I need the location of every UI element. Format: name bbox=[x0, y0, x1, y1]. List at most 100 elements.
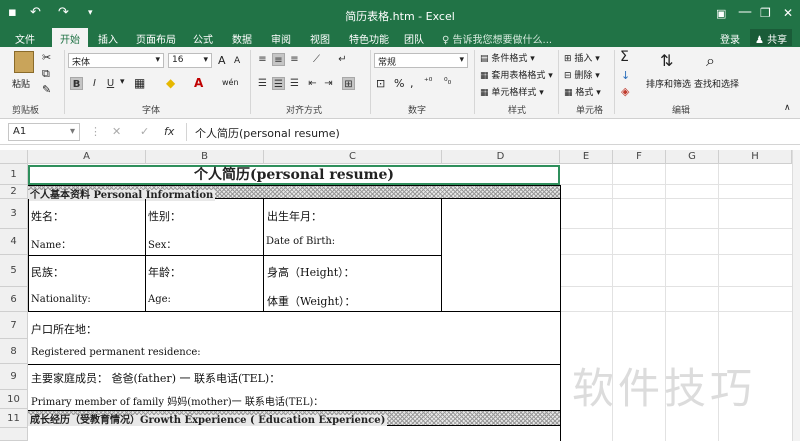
tab-data[interactable]: 数据 bbox=[232, 31, 252, 46]
cell-gender-en[interactable]: Sex： bbox=[148, 236, 176, 251]
row-header-12[interactable] bbox=[0, 428, 28, 441]
font-size-select[interactable]: 16 ▾ bbox=[168, 53, 212, 68]
autosum-icon[interactable]: Σ bbox=[620, 49, 629, 65]
select-all-corner[interactable] bbox=[0, 150, 28, 164]
decrease-decimal-icon[interactable]: ⁰₀ bbox=[444, 77, 451, 87]
decrease-indent-icon[interactable]: ⇤ bbox=[306, 77, 319, 90]
cell-ethnic-cn[interactable]: 民族： bbox=[31, 264, 64, 280]
column-header-h[interactable]: H bbox=[719, 150, 792, 164]
orientation-icon[interactable]: ⟋ bbox=[310, 53, 323, 66]
cell-gender-cn[interactable]: 性别： bbox=[148, 208, 181, 224]
cell-styles-button[interactable]: ▦ 单元格样式 ▾ bbox=[480, 85, 544, 98]
login-link[interactable]: 登录 bbox=[720, 31, 740, 46]
column-header-b[interactable]: B bbox=[146, 150, 264, 164]
ribbon-display-options-icon[interactable]: ▣ bbox=[716, 7, 726, 20]
cell-name-en[interactable]: Name： bbox=[31, 236, 71, 251]
insert-function-icon[interactable]: fx bbox=[164, 125, 174, 138]
grow-font-icon[interactable]: A bbox=[218, 54, 226, 67]
close-button[interactable]: ✕ bbox=[783, 6, 793, 20]
find-select-icon[interactable]: ⌕ bbox=[706, 51, 715, 71]
tab-page-layout[interactable]: 页面布局 bbox=[136, 31, 176, 46]
resume-title-cell[interactable]: 个人简历(personal resume) bbox=[28, 165, 560, 185]
percent-icon[interactable]: % bbox=[394, 77, 404, 90]
merge-center-icon[interactable]: ⊞ bbox=[342, 77, 355, 90]
row-header-8[interactable]: 8 bbox=[0, 339, 28, 364]
name-box[interactable]: A1 ▾ bbox=[8, 123, 80, 141]
row-header-4[interactable]: 4 bbox=[0, 229, 28, 255]
column-header-d[interactable]: D bbox=[442, 150, 560, 164]
tab-review[interactable]: 审阅 bbox=[271, 31, 291, 46]
minimize-button[interactable]: — bbox=[738, 4, 752, 20]
copy-icon[interactable]: ⧉ bbox=[42, 67, 50, 81]
delete-cells-button[interactable]: ⊟ 删除 ▾ bbox=[564, 68, 600, 81]
row-header-1[interactable]: 1 bbox=[0, 164, 28, 185]
row-header-2[interactable]: 2 bbox=[0, 185, 28, 199]
tab-special[interactable]: 特色功能 bbox=[349, 31, 389, 46]
row-header-10[interactable]: 10 bbox=[0, 390, 28, 409]
sort-filter-button[interactable]: 排序和筛选 bbox=[646, 77, 691, 90]
cell-birth-en[interactable]: Date of Birth: bbox=[266, 236, 335, 247]
conditional-format-button[interactable]: ▤ 条件格式 ▾ bbox=[480, 51, 535, 64]
find-select-button[interactable]: 查找和选择 bbox=[694, 77, 739, 90]
column-header-e[interactable]: E bbox=[560, 150, 613, 164]
cell-hukou-cn[interactable]: 户口所在地： bbox=[31, 321, 97, 337]
row-header-7[interactable]: 7 bbox=[0, 312, 28, 339]
format-as-table-button[interactable]: ▦ 套用表格格式 ▾ bbox=[480, 68, 553, 81]
cell-name-cn[interactable]: 姓名： bbox=[31, 208, 64, 224]
row-header-9[interactable]: 9 bbox=[0, 364, 28, 390]
restore-button[interactable]: ❐ bbox=[760, 6, 771, 20]
column-header-c[interactable]: C bbox=[264, 150, 442, 164]
tab-insert[interactable]: 插入 bbox=[98, 31, 118, 46]
increase-decimal-icon[interactable]: ⁺⁰ bbox=[424, 77, 432, 87]
phonetic-icon[interactable]: wén bbox=[222, 78, 239, 87]
chevron-down-icon[interactable]: ▾ bbox=[120, 77, 125, 87]
cell-weight[interactable]: 体重（Weight）： bbox=[267, 293, 355, 309]
row-header-5[interactable]: 5 bbox=[0, 255, 28, 287]
sort-filter-icon[interactable]: ⇅ bbox=[660, 51, 673, 70]
align-bottom-icon[interactable]: ≡ bbox=[288, 53, 301, 66]
vertical-scrollbar[interactable] bbox=[792, 150, 800, 441]
cell-birth-cn[interactable]: 出生年月： bbox=[267, 208, 322, 224]
cell-hukou-en[interactable]: Registered permanent residence: bbox=[31, 347, 201, 358]
tab-team[interactable]: 团队 bbox=[404, 31, 424, 46]
fill-color-icon[interactable]: ◆ bbox=[166, 76, 175, 90]
increase-indent-icon[interactable]: ⇥ bbox=[322, 77, 335, 90]
tab-file[interactable]: 文件 bbox=[15, 31, 35, 46]
row-header-6[interactable]: 6 bbox=[0, 287, 28, 312]
fill-icon[interactable]: ↓ bbox=[621, 69, 630, 82]
align-top-icon[interactable]: ≡ bbox=[256, 53, 269, 66]
section-growth-experience[interactable]: 成长经历（受教育情况）Growth Experience ( Education… bbox=[28, 410, 560, 426]
cell-age-cn[interactable]: 年龄： bbox=[148, 264, 181, 280]
font-color-icon[interactable]: A bbox=[194, 76, 203, 90]
wrap-text-icon[interactable]: ↵ bbox=[336, 53, 349, 66]
format-painter-icon[interactable]: ✎ bbox=[42, 83, 51, 96]
cell-family-en[interactable]: Primary member of family 妈妈(mother)一 联系电… bbox=[31, 393, 323, 408]
collapse-ribbon-icon[interactable]: ∧ bbox=[784, 103, 791, 113]
cell-height[interactable]: 身高（Height）： bbox=[267, 264, 355, 280]
currency-icon[interactable]: ⊡ bbox=[376, 77, 385, 90]
enter-icon[interactable]: ✓ bbox=[140, 125, 149, 138]
column-header-g[interactable]: G bbox=[666, 150, 719, 164]
tab-view[interactable]: 视图 bbox=[310, 31, 330, 46]
align-right-icon[interactable]: ☰ bbox=[288, 77, 301, 90]
comma-icon[interactable]: , bbox=[410, 77, 414, 90]
tab-home[interactable]: 开始 bbox=[52, 28, 88, 47]
italic-button[interactable]: I bbox=[88, 77, 101, 90]
bold-button[interactable]: B bbox=[70, 77, 83, 90]
cut-icon[interactable]: ✂ bbox=[42, 51, 51, 64]
cell-family-cn[interactable]: 主要家庭成员： 爸爸(father) 一 联系电话(TEL)： bbox=[31, 370, 280, 386]
cancel-icon[interactable]: ✕ bbox=[112, 125, 121, 138]
formula-input[interactable]: 个人简历(personal resume) bbox=[186, 123, 792, 141]
format-cells-button[interactable]: ▦ 格式 ▾ bbox=[564, 85, 601, 98]
cell-age-en[interactable]: Age: bbox=[148, 294, 171, 305]
paste-button[interactable]: 粘贴 bbox=[10, 51, 38, 91]
column-header-f[interactable]: F bbox=[613, 150, 666, 164]
shrink-font-icon[interactable]: A bbox=[234, 56, 240, 66]
clear-icon[interactable]: ◈ bbox=[621, 85, 629, 98]
row-header-11[interactable]: 11 bbox=[0, 409, 28, 428]
align-left-icon[interactable]: ☰ bbox=[256, 77, 269, 90]
align-center-icon[interactable]: ☰ bbox=[272, 77, 285, 90]
cell-ethnic-en[interactable]: Nationality: bbox=[31, 294, 91, 305]
row-header-3[interactable]: 3 bbox=[0, 199, 28, 229]
section-personal-info[interactable]: 个人基本资料 Personal Information bbox=[28, 185, 560, 201]
